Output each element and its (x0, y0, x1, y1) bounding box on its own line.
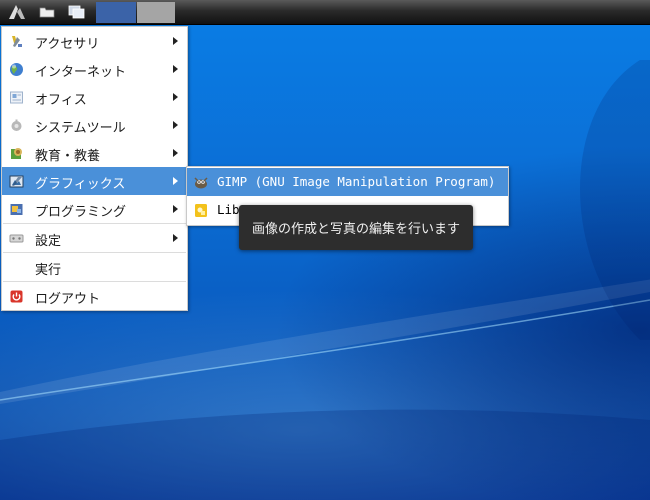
menu-item-label: ログアウト (35, 292, 101, 307)
application-menu: アクセサリ インターネット オフィス システムツール 教育・教養 グラフィックス (1, 26, 188, 311)
menu-item-run[interactable]: 実行 (2, 253, 187, 281)
menu-item-system-tools[interactable]: システムツール (2, 111, 187, 139)
programming-icon (10, 204, 23, 215)
menu-item-settings[interactable]: 設定 (2, 224, 187, 252)
menu-item-label: 実行 (35, 263, 62, 278)
menu-item-label: 教育・教養 (35, 149, 101, 164)
libreoffice-draw-icon (195, 204, 207, 217)
folder-icon (39, 7, 55, 18)
internet-globe-icon (10, 63, 23, 76)
submenu-arrow-icon (173, 37, 178, 45)
file-manager-button[interactable] (36, 0, 58, 24)
submenu-arrow-icon (173, 93, 178, 101)
submenu-arrow-icon (173, 205, 178, 213)
education-icon (11, 148, 22, 159)
menu-item-accessories[interactable]: アクセサリ (2, 27, 187, 55)
workspace-2[interactable] (137, 2, 175, 23)
submenu-arrow-icon (173, 65, 178, 73)
office-icon (10, 91, 23, 104)
submenu-item-gimp[interactable]: GIMP (GNU Image Manipulation Program) (187, 168, 508, 196)
system-tools-icon (11, 119, 22, 131)
settings-icon (9, 234, 24, 243)
submenu-arrow-icon (173, 234, 178, 242)
menu-item-label: アクセサリ (35, 37, 100, 52)
menu-item-label: システムツール (35, 121, 126, 136)
menu-logo-icon (9, 5, 25, 19)
app-menu-button[interactable] (4, 0, 30, 24)
menu-item-logout[interactable]: ログアウト (2, 282, 187, 310)
gimp-icon (194, 177, 208, 189)
submenu-item-label: GIMP (GNU Image Manipulation Program) (217, 174, 496, 189)
menu-item-label: 設定 (35, 234, 62, 249)
tooltip-text: 画像の作成と写真の編集を行います (251, 222, 460, 237)
show-desktop-button[interactable] (64, 0, 90, 24)
menu-item-programming[interactable]: プログラミング (2, 195, 187, 223)
submenu-item-label: Lib (217, 202, 240, 217)
menu-item-label: オフィス (35, 93, 87, 108)
submenu-arrow-icon (173, 177, 178, 185)
menu-item-education[interactable]: 教育・教養 (2, 139, 187, 167)
submenu-arrow-icon (173, 121, 178, 129)
menu-item-graphics[interactable]: グラフィックス (2, 167, 187, 195)
windows-icon (68, 5, 85, 19)
menu-item-label: インターネット (35, 65, 127, 80)
menu-item-office[interactable]: オフィス (2, 83, 187, 111)
gimp-tooltip: 画像の作成と写真の編集を行います (239, 205, 473, 250)
menu-item-internet[interactable]: インターネット (2, 55, 187, 83)
menu-item-label: プログラミング (35, 205, 127, 220)
menu-item-label: グラフィックス (35, 177, 126, 192)
logout-icon (10, 290, 23, 303)
graphics-icon (9, 175, 24, 188)
accessories-icon (12, 36, 22, 47)
submenu-arrow-icon (173, 149, 178, 157)
top-panel (0, 0, 650, 25)
workspace-1[interactable] (96, 2, 136, 23)
